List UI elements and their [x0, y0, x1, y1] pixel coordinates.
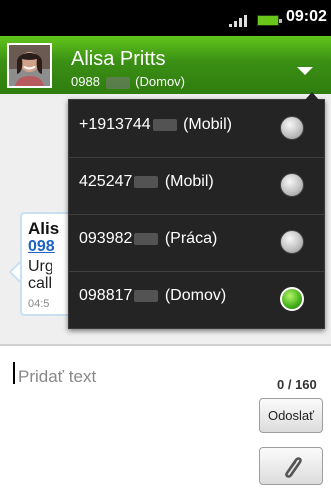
masked-digits	[152, 118, 177, 131]
menu-item-number-type: (Mobil)	[164, 173, 214, 190]
contact-number: 0988 (Domov)	[71, 74, 185, 89]
contact-photo-icon	[9, 45, 50, 86]
menu-item-number-type: (Mobil)	[183, 116, 232, 133]
contact-number-type: (Domov)	[135, 74, 186, 89]
menu-item-number-value: 425247	[79, 173, 133, 190]
menu-item-label: 425247 (Mobil)	[79, 173, 214, 191]
message-sender: Alis	[28, 219, 60, 238]
radio-button[interactable]	[280, 230, 304, 254]
send-button[interactable]: Odoslať	[259, 398, 323, 433]
menu-item-number-type: (Práca)	[164, 230, 218, 247]
radio-button[interactable]	[280, 116, 304, 140]
character-counter: 0 / 160	[277, 377, 317, 392]
menu-item-number[interactable]: 098817 (Domov)	[69, 271, 324, 328]
chevron-down-icon[interactable]	[297, 67, 313, 75]
menu-item-number-value: +1913744	[79, 116, 151, 133]
clock: 09:02	[286, 8, 327, 25]
menu-item-label: +1913744 (Mobil)	[79, 116, 232, 134]
battery-icon	[257, 15, 282, 26]
menu-item-label: 098817 (Domov)	[79, 287, 226, 305]
masked-digits	[134, 289, 159, 302]
menu-item-number-type: (Domov)	[164, 287, 227, 304]
masked-digits	[134, 232, 159, 245]
message-text-line-2: call	[28, 275, 52, 292]
status-bar: 09:02	[0, 0, 331, 36]
menu-item-number[interactable]: 093982 (Práca)	[69, 214, 324, 272]
contact-avatar[interactable]	[7, 43, 52, 88]
contact-number-value: 0988	[71, 74, 100, 89]
message-time: 04:5	[28, 298, 50, 310]
menu-item-label: 093982 (Práca)	[79, 230, 217, 248]
message-number-link[interactable]: 098	[28, 238, 55, 256]
attach-button[interactable]	[259, 447, 323, 485]
menu-item-number-value: 093982	[79, 230, 133, 247]
menu-item-number[interactable]: 425247 (Mobil)	[69, 157, 324, 215]
paperclip-icon	[285, 457, 302, 478]
radio-button[interactable]	[280, 173, 304, 197]
masked-digits	[105, 76, 130, 89]
menu-item-number[interactable]: +1913744 (Mobil)	[69, 100, 324, 158]
contact-name: Alisa Pritts	[71, 48, 166, 70]
text-cursor	[13, 362, 15, 384]
signal-icon	[229, 13, 251, 27]
masked-digits	[134, 175, 159, 188]
message-text-line-1: Urg	[28, 258, 52, 275]
message-input-placeholder[interactable]: Pridať text	[18, 367, 96, 387]
contact-header[interactable]: Alisa Pritts 0988 (Domov)	[0, 36, 331, 94]
phone-number-menu[interactable]: +1913744 (Mobil) 425247 (Mobil) 093982 (…	[68, 92, 325, 329]
radio-button-selected[interactable]	[280, 287, 304, 311]
menu-item-number-value: 098817	[79, 287, 133, 304]
message-text: Urg call	[28, 258, 52, 292]
